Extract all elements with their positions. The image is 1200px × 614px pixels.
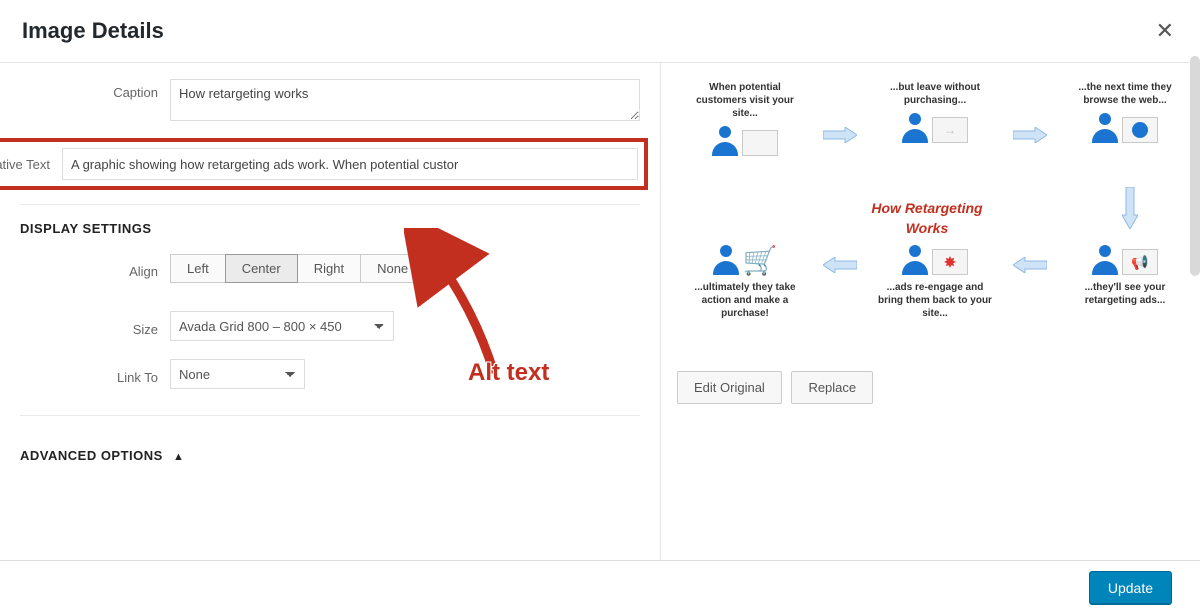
alt-text-label: Alternative Text <box>0 157 62 172</box>
alt-text-input[interactable] <box>62 148 638 180</box>
preview-step4-text: ...they'll see your retargeting ads... <box>1065 281 1185 307</box>
align-right-button[interactable]: Right <box>297 254 361 283</box>
size-label: Size <box>20 316 170 337</box>
arrow-left-icon <box>1013 257 1047 273</box>
settings-pane: Caption How retargeting works Alternativ… <box>0 63 660 567</box>
advanced-options-toggle[interactable]: ADVANCED OPTIONS ▲ <box>20 448 640 463</box>
caret-up-icon: ▲ <box>173 451 184 463</box>
person-icon <box>902 245 928 275</box>
replace-button[interactable]: Replace <box>791 371 873 404</box>
globe-icon <box>1122 117 1158 143</box>
update-button[interactable]: Update <box>1089 571 1172 605</box>
megaphone-icon: 📢 <box>1122 249 1158 275</box>
person-icon <box>712 126 738 156</box>
arrow-down-icon <box>1122 187 1138 232</box>
arrow-right-icon <box>1013 127 1047 143</box>
scrollbar-thumb[interactable] <box>1190 56 1200 276</box>
align-center-button[interactable]: Center <box>225 254 298 283</box>
cart-icon: 🛒 <box>743 247 778 275</box>
person-icon <box>1092 113 1118 143</box>
align-none-button[interactable]: None <box>360 254 425 283</box>
preview-step1-text: When potential customers visit your site… <box>685 81 805 120</box>
advanced-options-label: ADVANCED OPTIONS <box>20 448 163 463</box>
arrow-right-icon <box>823 127 857 143</box>
exit-icon: → <box>932 117 968 143</box>
image-preview: When potential customers visit your site… <box>677 81 1184 359</box>
size-select[interactable]: Avada Grid 800 – 800 × 450 <box>170 311 394 341</box>
preview-graphic-title: How Retargeting Works <box>852 199 1002 238</box>
preview-step2-text: ...but leave without purchasing... <box>875 81 995 107</box>
preview-step6-text: ...ultimately they take action and make … <box>685 281 805 320</box>
modal-footer: Update <box>0 560 1200 614</box>
modal-title: Image Details <box>22 18 164 44</box>
edit-original-button[interactable]: Edit Original <box>677 371 782 404</box>
preview-step3-text: ...the next time they browse the web... <box>1065 81 1185 107</box>
preview-pane: When potential customers visit your site… <box>660 63 1200 567</box>
website-icon <box>742 130 778 156</box>
caption-input[interactable]: How retargeting works <box>170 79 640 121</box>
close-icon[interactable]: ✕ <box>1152 14 1178 48</box>
align-label: Align <box>20 258 170 279</box>
alt-text-highlight-box: Alternative Text <box>0 138 648 190</box>
linkto-select[interactable]: None <box>170 359 305 389</box>
linkto-label: Link To <box>20 364 170 385</box>
preview-step5-text: ...ads re-engage and bring them back to … <box>875 281 995 320</box>
arrow-left-icon <box>823 257 857 273</box>
caption-label: Caption <box>20 79 170 100</box>
display-settings-heading: DISPLAY SETTINGS <box>20 221 640 236</box>
person-icon <box>902 113 928 143</box>
align-button-group: Left Center Right None <box>170 254 425 283</box>
ad-alert-icon: ✸ <box>932 249 968 275</box>
person-icon <box>1092 245 1118 275</box>
person-icon <box>713 245 739 275</box>
align-left-button[interactable]: Left <box>170 254 226 283</box>
